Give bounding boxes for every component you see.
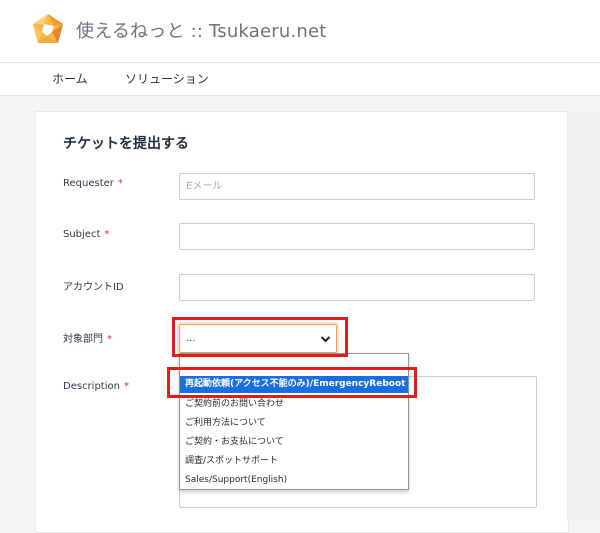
site-title[interactable]: 使えるねっと :: Tsukaeru.net: [76, 17, 327, 43]
department-label: 対象部門 *: [63, 330, 112, 345]
requester-label-text: Requester: [63, 178, 114, 189]
main-nav: ホーム ソリューション: [0, 62, 600, 96]
subject-label-text: Subject: [63, 229, 101, 240]
dropdown-option[interactable]: 再起動依頼(アクセス不能のみ)/EmergencyReboot Request: [180, 376, 450, 393]
department-dropdown-list: 再起動依頼(アクセス不能のみ)/EmergencyReboot Request …: [179, 353, 450, 490]
page-title: チケットを提出する: [63, 136, 189, 152]
account-id-label-text: アカウントID: [63, 282, 124, 293]
dropdown-option[interactable]: 調査/スポットサポート: [180, 453, 408, 470]
dropdown-option[interactable]: Sales/Support(English): [180, 472, 408, 489]
description-label: Description *: [63, 381, 129, 392]
nav-item-home[interactable]: ホーム: [52, 70, 88, 87]
side-panel-background: [567, 111, 600, 521]
required-mark: *: [107, 334, 112, 345]
site-header: 使えるねっと :: Tsukaeru.net: [0, 0, 600, 62]
account-id-input[interactable]: [179, 274, 535, 301]
department-label-text: 対象部門: [63, 334, 103, 345]
tsukaeru-logo-icon[interactable]: [30, 12, 66, 48]
department-select-value: ...: [186, 333, 196, 344]
chevron-down-icon: [320, 336, 331, 343]
dropdown-option[interactable]: ご契約前のお問い合わせ: [180, 396, 408, 413]
dropdown-option[interactable]: ご利用方法について: [180, 415, 408, 432]
required-mark: *: [117, 178, 123, 189]
department-select[interactable]: ...: [179, 324, 337, 353]
requester-label: Requester *: [63, 178, 123, 189]
subject-input[interactable]: [179, 223, 535, 250]
dropdown-option[interactable]: ご契約・お支払について: [180, 434, 408, 451]
account-id-label: アカウントID: [63, 278, 124, 293]
required-mark: *: [123, 381, 129, 392]
requester-email-input[interactable]: [179, 173, 535, 200]
subject-label: Subject *: [63, 229, 109, 240]
required-mark: *: [104, 229, 110, 240]
description-label-text: Description: [63, 381, 120, 392]
nav-item-solutions[interactable]: ソリューション: [125, 70, 209, 87]
